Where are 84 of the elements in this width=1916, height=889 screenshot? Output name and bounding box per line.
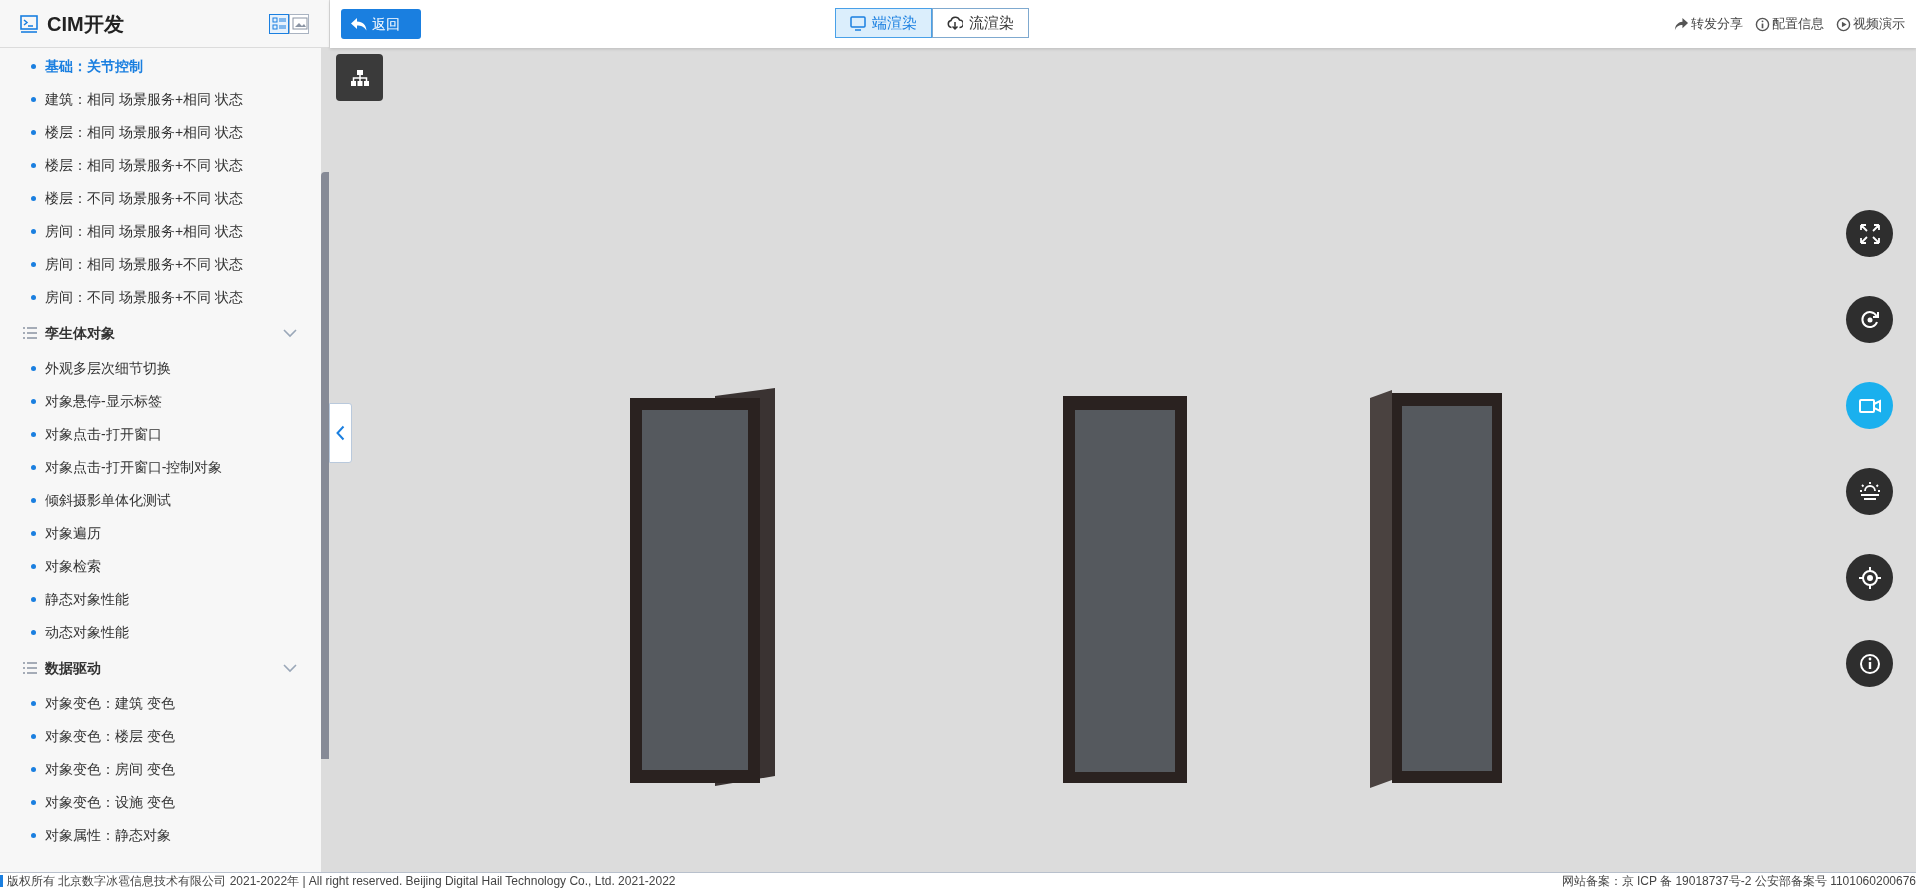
sun-cloud-button[interactable] bbox=[1846, 468, 1893, 515]
chevron-left-icon bbox=[336, 425, 345, 441]
toolbar-link[interactable]: 转发分享 bbox=[1674, 14, 1743, 34]
bullet-icon bbox=[31, 196, 36, 201]
bullet-icon bbox=[31, 229, 36, 234]
info-icon bbox=[1755, 16, 1770, 32]
bullet-icon bbox=[31, 163, 36, 168]
bullet-icon bbox=[31, 564, 36, 569]
list-view-toggle[interactable] bbox=[269, 13, 289, 34]
nav-item[interactable]: 对象变色：建筑 变色 bbox=[0, 687, 321, 720]
copyright-text: 版权所有 北京数字冰雹信息技术有限公司 2021-2022年 | All right reserved. Beijing Digital Hail Technology Co., Ltd. 2021-2022 bbox=[7, 873, 676, 889]
bullet-icon bbox=[31, 597, 36, 602]
play-icon bbox=[1836, 16, 1851, 32]
list-icon bbox=[23, 662, 37, 674]
render-mode-tab[interactable]: 端渲染 bbox=[835, 8, 932, 38]
nav-item[interactable]: 对象点击-打开窗口-控制对象 bbox=[0, 451, 321, 484]
tree-menu-button[interactable] bbox=[336, 54, 383, 101]
terminal-icon bbox=[20, 14, 38, 33]
nav-item[interactable]: 楼层：不同 场景服务+不同 状态 bbox=[0, 182, 321, 215]
nav-item[interactable]: 对象悬停-显示标签 bbox=[0, 385, 321, 418]
bullet-icon bbox=[31, 366, 36, 371]
toolbar-link[interactable]: 视频演示 bbox=[1836, 14, 1905, 34]
nav-item[interactable]: 倾斜摄影单体化测试 bbox=[0, 484, 321, 517]
bullet-icon bbox=[31, 64, 36, 69]
bullet-icon bbox=[31, 630, 36, 635]
bullet-icon bbox=[31, 432, 36, 437]
back-button[interactable]: 返回 bbox=[341, 9, 421, 39]
toolbar-link[interactable]: 配置信息 bbox=[1755, 14, 1824, 34]
hierarchy-icon bbox=[349, 68, 370, 87]
nav-item[interactable]: 楼层：相同 场景服务+不同 状态 bbox=[0, 149, 321, 182]
info-button[interactable] bbox=[1846, 640, 1893, 687]
nav-item[interactable]: 基础：关节控制 bbox=[0, 50, 321, 83]
bullet-icon bbox=[31, 531, 36, 536]
bullet-icon bbox=[31, 498, 36, 503]
image-view-toggle[interactable] bbox=[289, 13, 309, 34]
nav-item[interactable]: 对象遍历 bbox=[0, 517, 321, 550]
bullet-icon bbox=[31, 833, 36, 838]
nav-item[interactable]: 对象属性：静态对象 bbox=[0, 819, 321, 852]
chevron-icon bbox=[283, 661, 297, 675]
bullet-icon bbox=[31, 465, 36, 470]
bullet-icon bbox=[31, 262, 36, 267]
image-icon bbox=[290, 15, 308, 32]
section-header[interactable]: 数据驱动 bbox=[0, 649, 321, 687]
nav-item[interactable]: 外观多层次细节切换 bbox=[0, 352, 321, 385]
nav-item[interactable]: 对象变色：设施 变色 bbox=[0, 786, 321, 819]
fullscreen-icon bbox=[1857, 221, 1882, 246]
chevron-icon bbox=[283, 326, 297, 340]
nav-item[interactable]: 楼层：相同 场景服务+相同 状态 bbox=[0, 116, 321, 149]
nav-item[interactable]: 对象检索 bbox=[0, 550, 321, 583]
cloud-download-icon bbox=[947, 15, 963, 31]
nav-item[interactable]: 对象变色：楼层 变色 bbox=[0, 720, 321, 753]
bullet-icon bbox=[31, 767, 36, 772]
fullscreen-button[interactable] bbox=[1846, 210, 1893, 257]
list-icon bbox=[23, 327, 37, 339]
nav-item[interactable]: 静态对象性能 bbox=[0, 583, 321, 616]
nav-item[interactable]: 对象变色：房间 变色 bbox=[0, 753, 321, 786]
bullet-icon bbox=[31, 734, 36, 739]
target-icon bbox=[1857, 565, 1882, 590]
nav-item[interactable]: 房间：相同 场景服务+不同 状态 bbox=[0, 248, 321, 281]
nav-item[interactable]: 对象点击-打开窗口 bbox=[0, 418, 321, 451]
bullet-icon bbox=[31, 97, 36, 102]
record-text: 网站备案：京 ICP 备 19018737号-2 公安部备案号 1101060200676 bbox=[1561, 873, 1916, 889]
nav-item[interactable]: 房间：不同 场景服务+不同 状态 bbox=[0, 281, 321, 314]
share-arrow-icon bbox=[1674, 16, 1689, 32]
nav-item[interactable]: 房间：相同 场景服务+相同 状态 bbox=[0, 215, 321, 248]
nav-item[interactable]: 动态对象性能 bbox=[0, 616, 321, 649]
render-mode-tab[interactable]: 流渲染 bbox=[932, 8, 1029, 38]
scrollbar-thumb[interactable] bbox=[321, 172, 329, 759]
bullet-icon bbox=[31, 295, 36, 300]
refresh-button[interactable] bbox=[1846, 296, 1893, 343]
list-icon bbox=[270, 15, 288, 32]
info-icon bbox=[1857, 651, 1882, 676]
app-title: CIM开发 bbox=[47, 11, 124, 37]
collapse-tab[interactable] bbox=[329, 403, 352, 463]
target-button[interactable] bbox=[1846, 554, 1893, 601]
bullet-icon bbox=[31, 130, 36, 135]
bullet-icon bbox=[31, 399, 36, 404]
accent-bar bbox=[0, 875, 3, 887]
bullet-icon bbox=[31, 800, 36, 805]
section-header[interactable]: 孪生体对象 bbox=[0, 314, 321, 352]
monitor-icon bbox=[850, 15, 866, 31]
back-arrow-icon bbox=[351, 17, 367, 31]
bullet-icon bbox=[31, 701, 36, 706]
nav-item[interactable]: 建筑：相同 场景服务+相同 状态 bbox=[0, 83, 321, 116]
